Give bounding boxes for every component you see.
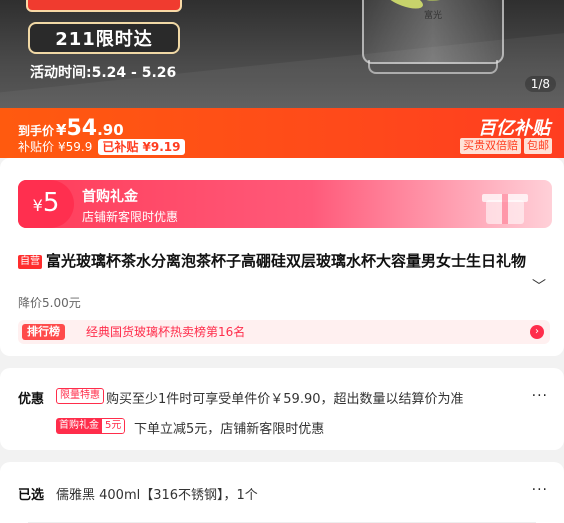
badge-free-shipping[interactable]: 包邮 — [524, 138, 552, 154]
price-banner: 到手价 ¥ 54 .90 补贴价 ¥59.9 已补贴 ¥9.19 百亿补贴 买贵… — [0, 108, 564, 158]
coupon-amount: ¥ 5 — [18, 180, 74, 228]
limited-offer-tag: 限量特惠 — [56, 388, 104, 404]
price-drop-text: 降价5.00元 — [18, 296, 81, 310]
currency-symbol: ¥ — [56, 121, 67, 139]
guarantee-badges: 买贵双倍赔 包邮 — [460, 138, 552, 154]
gift-icon — [480, 186, 530, 224]
promotion-line-1: 购买至少1件时可享受单件价￥59.90，超出数量以结算价为准 — [106, 392, 464, 407]
product-title-text: 富光玻璃杯茶水分离泡茶杯子高硼硅双层玻璃水杯大容量男女士生日礼物 — [46, 252, 527, 270]
chevron-down-icon[interactable]: ﹀ — [532, 276, 546, 296]
ranking-text: 经典国货玻璃杯热卖榜第16名 — [86, 325, 246, 339]
subsidy-value: ¥59.9 — [58, 139, 93, 154]
badge-double-compensation[interactable]: 买贵双倍赔 — [460, 138, 521, 154]
image-pager: 1/8 — [524, 76, 556, 92]
subsidy-tag: 已补贴 ¥9.19 — [98, 138, 185, 155]
product-image-carousel[interactable]: 211限时达 活动时间:5.24 - 5.26 富光 1/8 — [0, 0, 564, 108]
promotion-line-2: 下单立减5元，店铺新客限时优惠 — [134, 422, 325, 437]
subsidy-row: 补贴价 ¥59.9 已补贴 ¥9.19 — [18, 138, 185, 155]
coupon-value: 5 — [42, 188, 60, 218]
selected-sku-card[interactable]: 已选 儒雅黑 400ml【316不锈钢】，1个 ··· — [0, 462, 564, 523]
subsidy-logo: 百亿补贴 — [478, 118, 550, 139]
coupon-title: 首购礼金 — [82, 189, 138, 205]
selected-heading: 已选 — [18, 488, 45, 503]
glass-brand-text: 富光 — [424, 11, 443, 21]
price-decimal: .90 — [97, 121, 124, 139]
promo-time-text: 活动时间:5.24 - 5.26 — [30, 65, 177, 81]
product-glass-image: 富光 — [362, 0, 504, 64]
promo-price-banner — [26, 0, 182, 12]
chevron-right-icon: › — [530, 325, 544, 339]
more-icon[interactable]: ··· — [532, 482, 548, 498]
coupon-subtitle: 店铺新客限时优惠 — [82, 210, 179, 224]
first-purchase-coupon[interactable]: ¥ 5 首购礼金 店铺新客限时优惠 — [18, 180, 552, 228]
subsidy-label: 补贴价 — [18, 140, 55, 154]
more-icon[interactable]: ··· — [532, 388, 548, 404]
product-info-card: ¥ 5 首购礼金 店铺新客限时优惠 自营 富光玻璃杯茶水分离泡茶杯子高硼硅双层玻璃… — [0, 158, 564, 356]
tea-leaf — [423, 0, 475, 5]
ranking-bar[interactable]: 排行榜 经典国货玻璃杯热卖榜第16名 › — [18, 320, 550, 344]
self-operated-tag: 自营 — [18, 255, 42, 269]
tea-leaf — [382, 0, 426, 13]
first-purchase-tag-label: 首购礼金 — [56, 418, 102, 434]
final-price-label: 到手价 — [18, 124, 55, 138]
glass-base — [368, 60, 498, 74]
first-purchase-tag-value: 5元 — [102, 418, 126, 434]
product-page: 211限时达 活动时间:5.24 - 5.26 富光 1/8 到手价 ¥ 54 … — [0, 0, 564, 523]
promotion-card[interactable]: 优惠 限量特惠 购买至少1件时可享受单件价￥59.90，超出数量以结算价为准 首… — [0, 368, 564, 450]
coupon-currency: ¥ — [32, 196, 43, 215]
first-purchase-tag: 首购礼金 5元 — [56, 418, 126, 434]
promo-delivery-box: 211限时达 — [28, 22, 180, 54]
product-title: 自营 富光玻璃杯茶水分离泡茶杯子高硼硅双层玻璃水杯大容量男女士生日礼物 — [18, 250, 528, 272]
ranking-tag: 排行榜 — [22, 324, 65, 340]
selected-sku-value: 儒雅黑 400ml【316不锈钢】，1个 — [56, 488, 258, 503]
promotion-heading: 优惠 — [18, 392, 45, 407]
